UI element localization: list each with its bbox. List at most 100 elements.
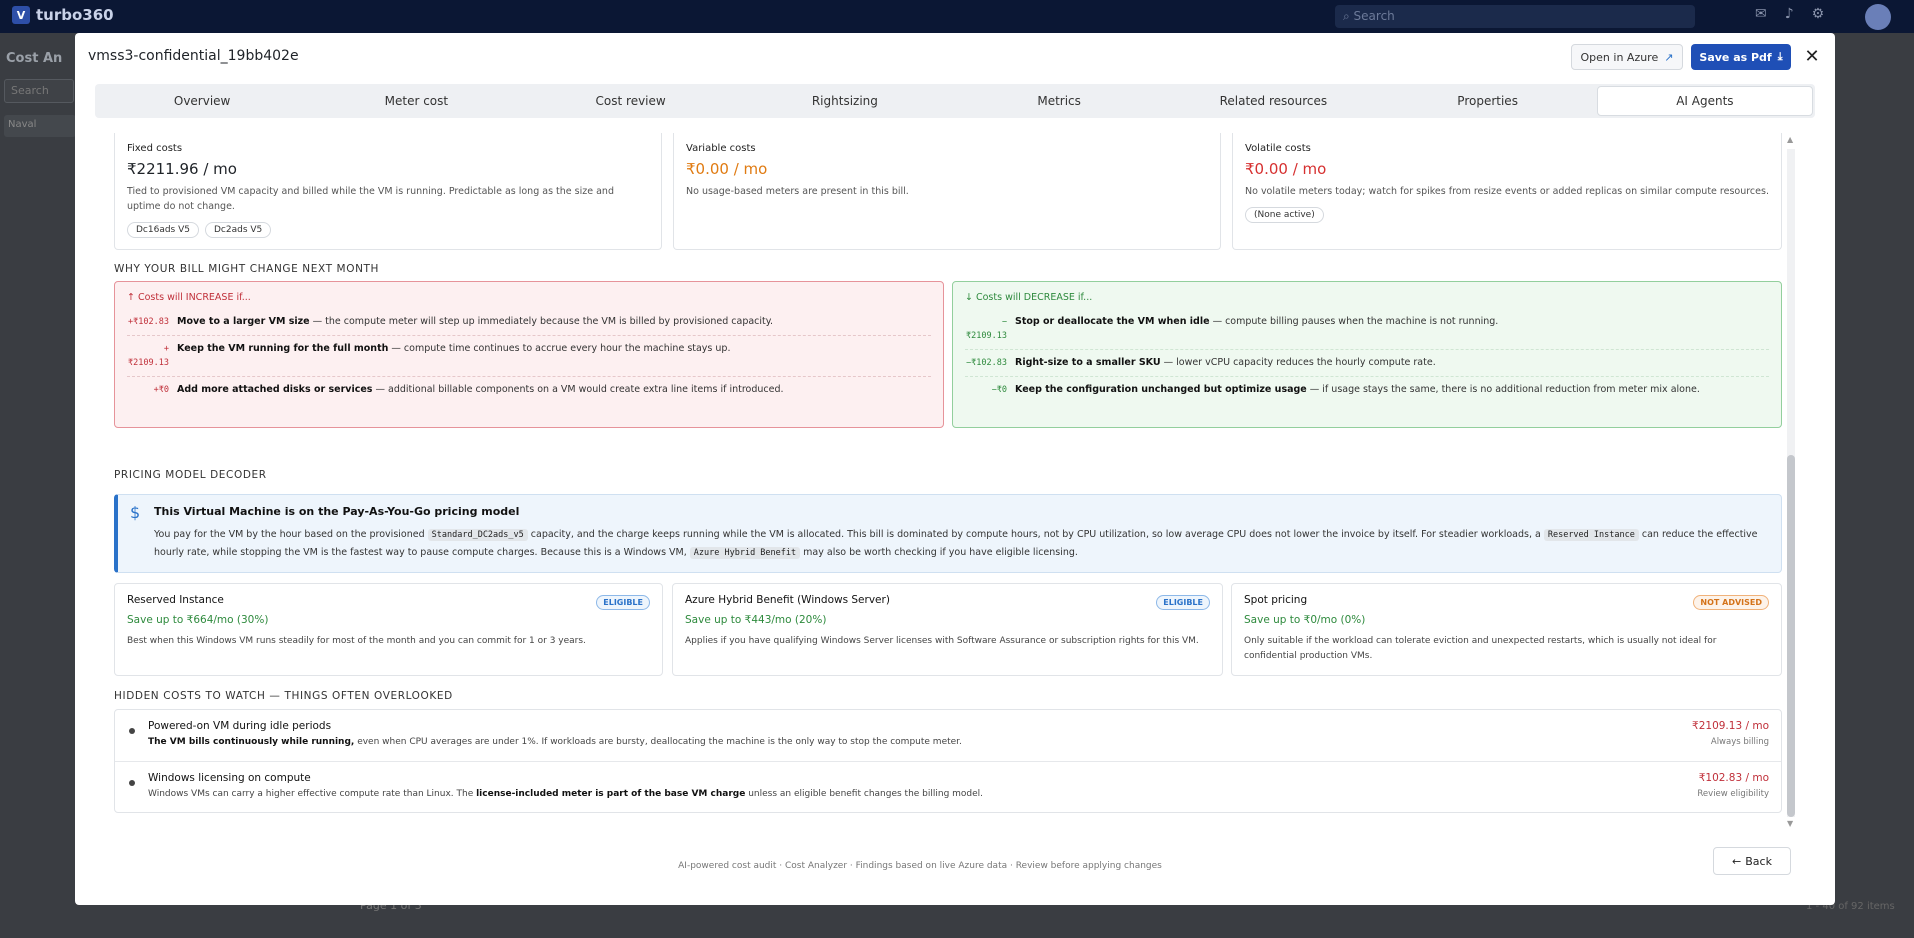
modal-title: vmss3-confidential_19bb402e (88, 48, 299, 64)
background-page-title: Cost An (6, 51, 63, 66)
plan-savings: Save up to ₹0/mo (0%) (1244, 614, 1366, 626)
plan-title: Azure Hybrid Benefit (Windows Server) (685, 594, 890, 606)
tab-related-resources[interactable]: Related resources (1166, 84, 1380, 118)
list-item: Windows licensing on compute Windows VMs… (115, 762, 1781, 814)
increase-row: + ₹2109.13 Keep the VM running for the f… (127, 336, 931, 377)
sku-chip: Dc16ads V5 (127, 222, 199, 238)
increase-amount: +₹0 (153, 385, 169, 395)
variable-costs-label: Variable costs (686, 143, 756, 154)
decrease-amount: − ₹2109.13 (966, 317, 1007, 341)
decoder-body: You pay for the VM by the hour based on … (154, 526, 1769, 562)
plan-description: Best when this Windows VM runs steadily … (127, 636, 586, 646)
bullet-icon (129, 728, 135, 734)
decoder-text: You pay for the VM by the hour based on … (154, 529, 428, 540)
close-icon: ✕ (1804, 45, 1820, 67)
back-button[interactable]: ← Back (1713, 847, 1791, 875)
variable-costs-value: ₹0.00 / mo (686, 160, 768, 178)
plan-savings: Save up to ₹664/mo (30%) (127, 614, 269, 626)
decoder-title: This Virtual Machine is on the Pay-As-Yo… (154, 505, 520, 518)
app-topbar: V turbo360 ⌕ Search ✉ ♪ ⚙ (0, 0, 1914, 33)
dollar-icon: $ (130, 503, 141, 522)
hidden-cost-description: The VM bills continuously while running,… (148, 737, 1769, 747)
decoder-text: may also be worth checking if you have e… (800, 547, 1078, 558)
close-modal-button[interactable]: ✕ (1801, 45, 1823, 67)
search-placeholder: Search (1353, 9, 1395, 23)
back-label: Back (1745, 854, 1772, 868)
tab-properties[interactable]: Properties (1381, 84, 1595, 118)
tab-metrics[interactable]: Metrics (952, 84, 1166, 118)
none-active-chip: (None active) (1245, 207, 1324, 223)
fixed-costs-card: Fixed costs ₹2211.96 / mo Tied to provis… (114, 133, 662, 250)
hidden-cost-title: Powered-on VM during idle periods (148, 720, 332, 732)
external-link-icon: ↗ (1664, 50, 1674, 64)
save-as-pdf-label: Save as Pdf (1699, 50, 1772, 64)
increase-detail: — compute time continues to accrue every… (388, 343, 731, 354)
bullet-icon (129, 780, 135, 786)
decrease-amount: −₹102.83 (966, 358, 1007, 368)
content-scrollbar[interactable]: ▲ ▼ (1786, 135, 1796, 831)
not-advised-badge: NOT ADVISED (1693, 595, 1769, 610)
footer-note: AI-powered cost audit · Cost Analyzer · … (678, 861, 1162, 871)
background-search: Search (4, 79, 74, 103)
plan-title: Reserved Instance (127, 594, 224, 606)
pricing-model-decoder: $ This Virtual Machine is on the Pay-As-… (114, 494, 1782, 573)
why-change-heading: WHY YOUR BILL MIGHT CHANGE NEXT MONTH (114, 263, 380, 275)
list-item: Powered-on VM during idle periods The VM… (115, 710, 1781, 762)
increase-row: +₹102.83 Move to a larger VM size — the … (127, 309, 931, 336)
decrease-action: Keep the configuration unchanged but opt… (1015, 384, 1307, 395)
brand-name: turbo360 (36, 6, 114, 24)
increase-amount: + ₹2109.13 (128, 344, 169, 368)
reserved-instance-code: Reserved Instance (1543, 529, 1639, 541)
tab-rightsizing[interactable]: Rightsizing (738, 84, 952, 118)
increase-action: Move to a larger VM size (177, 316, 310, 327)
fixed-costs-value: ₹2211.96 / mo (127, 160, 237, 178)
tab-ai-agents[interactable]: AI Agents (1596, 86, 1813, 116)
settings-gear-icon[interactable]: ⚙ (1812, 6, 1825, 22)
sku-code: Standard_DC2ads_v5 (427, 529, 528, 541)
app-logo[interactable]: V turbo360 (12, 6, 114, 24)
decrease-action: Right-size to a smaller SKU (1015, 357, 1161, 368)
scroll-thumb[interactable] (1787, 455, 1795, 817)
increase-action: Keep the VM running for the full month (177, 343, 389, 354)
hidden-cost-text: even when CPU averages are under 1%. If … (354, 737, 962, 747)
global-search-input[interactable]: ⌕ Search (1335, 5, 1695, 28)
increase-detail: — additional billable components on a VM… (372, 384, 784, 395)
decrease-detail: — compute billing pauses when the machin… (1209, 316, 1499, 327)
decrease-row: − ₹2109.13 Stop or deallocate the VM whe… (965, 309, 1769, 350)
scroll-down-icon[interactable]: ▼ (1787, 819, 1793, 828)
volatile-costs-label: Volatile costs (1245, 143, 1311, 154)
plan-title: Spot pricing (1244, 594, 1308, 606)
costs-decrease-box: ↓ Costs will DECREASE if... − ₹2109.13 S… (952, 281, 1782, 428)
tab-meter-cost[interactable]: Meter cost (309, 84, 523, 118)
volatile-costs-card: Volatile costs ₹0.00 / mo No volatile me… (1232, 133, 1782, 250)
tab-cost-review[interactable]: Cost review (524, 84, 738, 118)
volatile-costs-description: No volatile meters today; watch for spik… (1245, 186, 1769, 197)
increase-detail: — the compute meter will step up immedia… (309, 316, 774, 327)
increase-row: +₹0 Add more attached disks or services … (127, 377, 931, 403)
scroll-up-icon[interactable]: ▲ (1787, 135, 1793, 144)
volatile-costs-value: ₹0.00 / mo (1245, 160, 1327, 178)
increase-amount: +₹102.83 (128, 317, 169, 327)
hidden-cost-text: Windows VMs can carry a higher effective… (148, 789, 477, 799)
decrease-amount: −₹0 (991, 385, 1007, 395)
open-in-azure-button[interactable]: Open in Azure ↗ (1571, 44, 1683, 70)
fixed-costs-description: Tied to provisioned VM capacity and bill… (127, 186, 614, 212)
open-in-azure-label: Open in Azure (1580, 50, 1659, 64)
hidden-costs-heading: HIDDEN COSTS TO WATCH — THINGS OFTEN OVE… (114, 690, 453, 702)
download-icon: ⤓ (1777, 50, 1783, 63)
user-avatar[interactable] (1865, 4, 1891, 30)
hidden-cost-status: Always billing (1710, 737, 1769, 747)
notification-bell-icon[interactable]: ♪ (1785, 6, 1794, 22)
variable-costs-card: Variable costs ₹0.00 / mo No usage-based… (673, 133, 1221, 250)
tab-overview[interactable]: Overview (95, 84, 309, 118)
announcement-icon[interactable]: ✉ (1755, 6, 1767, 22)
modal-tabs: Overview Meter cost Cost review Rightsiz… (95, 84, 1815, 118)
costs-increase-box: ↑ Costs will INCREASE if... +₹102.83 Mov… (114, 281, 944, 428)
save-as-pdf-button[interactable]: Save as Pdf ⤓ (1691, 44, 1791, 70)
eligible-badge: ELIGIBLE (1156, 595, 1210, 610)
decrease-row: −₹102.83 Right-size to a smaller SKU — l… (965, 350, 1769, 377)
ai-agents-content: Fixed costs ₹2211.96 / mo Tied to provis… (114, 133, 1782, 833)
spot-pricing-card: Spot pricing NOT ADVISED Save up to ₹0/m… (1231, 583, 1782, 676)
modal-header: vmss3-confidential_19bb402e Open in Azur… (75, 33, 1835, 83)
decoder-text: capacity, and the charge keeps running w… (527, 529, 1544, 540)
